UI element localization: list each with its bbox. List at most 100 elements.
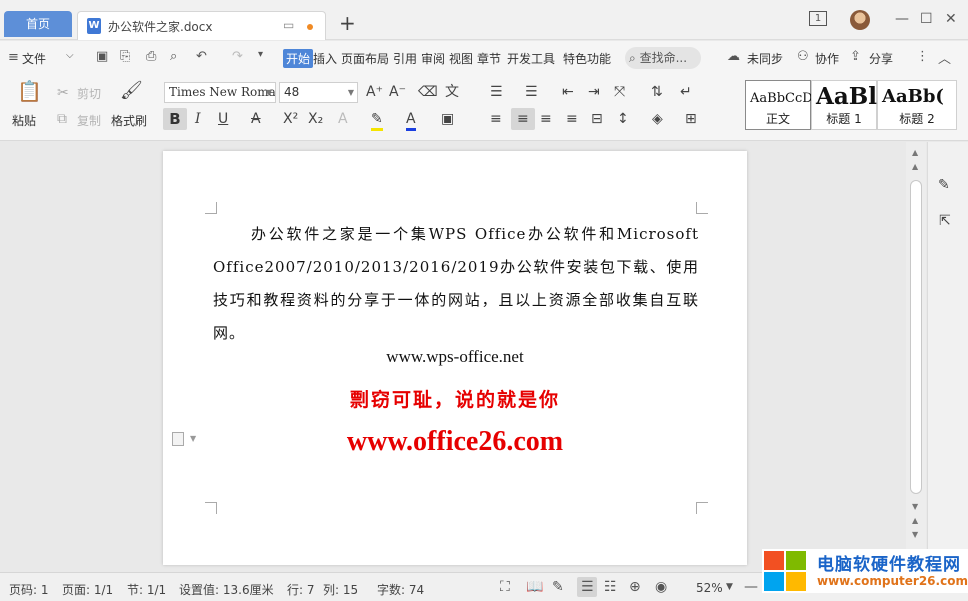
borders-icon[interactable]: ⊞ [685,110,697,128]
minimize-icon[interactable]: — [895,10,909,28]
status-section[interactable]: 节: 1/1 [127,581,166,598]
menu-layout[interactable]: 页面布局 [341,50,389,67]
highlight-icon[interactable]: ✎ [371,110,383,131]
sort-icon[interactable]: ⇅ [651,83,663,101]
italic-button[interactable]: I [195,110,201,128]
document-page[interactable]: 办公软件之家是一个集WPS Office办公软件和Microsoft Offic… [163,151,747,565]
status-setting[interactable]: 设置值: 13.6厘米 [179,581,274,598]
status-word-count[interactable]: 字数: 74 [377,581,424,598]
new-tab-button[interactable]: + [339,12,356,34]
more-icon[interactable]: ⋮ [916,49,929,64]
document-map-icon[interactable] [172,432,184,446]
maximize-icon[interactable]: ☐ [920,10,933,28]
big-url-line[interactable]: www.office26.com [163,426,747,458]
fullscreen-icon[interactable]: ⛶ [500,579,510,595]
bullet-list-icon[interactable]: ☰ [490,83,503,101]
menu-dev-tools[interactable]: 开发工具 [507,50,555,67]
menu-view[interactable]: 视图 [449,50,473,67]
share-icon[interactable]: ⇪ [850,49,861,64]
scroll-up-icon[interactable]: ▲ [912,162,918,171]
scroll-down-icon[interactable]: ▼ [912,502,918,511]
page-count-icon[interactable]: 1 [809,11,827,26]
align-center-button[interactable]: ≡ [511,108,535,130]
char-border-icon[interactable]: ▣ [441,110,454,128]
undo-icon[interactable]: ↶ [196,49,207,64]
justify-icon[interactable]: ≡ [566,110,578,128]
style-normal[interactable]: AaBbCcD 正文 [745,80,813,130]
increase-indent-icon[interactable]: ⇥ [588,83,600,101]
outline-view-icon[interactable]: ☷ [604,579,617,595]
decrease-indent-icon[interactable]: ⇤ [562,83,574,101]
slogan-line[interactable]: 剽窃可耻，说的就是你 [163,385,747,412]
status-column[interactable]: 列: 15 [323,581,358,598]
scroll-thumb[interactable] [910,180,922,494]
shrink-font-icon[interactable]: A⁻ [389,83,406,101]
user-avatar[interactable] [850,10,870,30]
numbered-list-icon[interactable]: ☰ [525,83,538,101]
superscript-button[interactable]: X² [283,110,298,128]
clear-format-icon[interactable]: ⌫ [418,83,438,101]
body-paragraph[interactable]: 办公软件之家是一个集WPS Office办公软件和Microsoft Offic… [213,218,699,350]
scroll-next-page-icon[interactable]: ▼ [912,530,918,539]
grow-font-icon[interactable]: A⁺ [366,83,383,101]
chevron-down-icon[interactable]: ▼ [190,434,196,443]
monitor-icon[interactable]: ▭ [283,18,294,32]
style-heading-2[interactable]: AaBb( 标题 2 [877,80,957,130]
reading-mode-icon[interactable]: 📖 [526,579,543,595]
page-view-button[interactable]: ☰ [577,577,597,597]
export-icon[interactable]: ⎘ [120,49,130,64]
text-effect-icon[interactable]: A [338,110,348,128]
share-button[interactable]: 分享 [869,50,893,67]
hamburger-icon[interactable]: ≡ [8,50,19,65]
cloud-icon[interactable]: ☁ [727,49,740,64]
style-heading-1[interactable]: AaBl 标题 1 [811,80,877,130]
redo-icon[interactable]: ↷ [232,49,243,64]
eye-protect-icon[interactable]: ◉ [655,579,667,595]
shading-icon[interactable]: ◈ [652,110,663,128]
cut-button[interactable]: 剪切 [77,85,101,102]
scroll-up-icon[interactable]: ▲ [912,148,918,157]
scroll-prev-page-icon[interactable]: ▲ [912,516,918,525]
edit-mode-icon[interactable]: ✎ [552,579,564,595]
quick-access-dropdown-icon[interactable]: ▾ [258,49,263,60]
font-color-icon[interactable]: A [406,110,416,131]
zoom-level[interactable]: 52% [696,581,723,595]
preview-icon[interactable]: ⌕ [170,49,177,64]
menu-insert[interactable]: 插入 [313,50,337,67]
paste-button[interactable]: 粘贴 [12,112,36,129]
url-line[interactable]: www.wps-office.net [163,347,747,367]
line-spacing-icon[interactable]: ↕ [617,110,629,128]
subscript-button[interactable]: X₂ [308,110,323,128]
align-left-icon[interactable]: ≡ [490,110,502,128]
menu-features[interactable]: 特色功能 [563,50,611,67]
save-icon[interactable]: ▣ [96,49,108,64]
menu-home[interactable]: 开始 [283,49,314,68]
copy-button[interactable]: 复制 [77,112,101,129]
bold-button[interactable]: B [163,108,187,130]
zoom-dropdown-icon[interactable]: ▼ [726,582,733,592]
zoom-out-icon[interactable]: — [744,579,758,595]
phonetic-icon[interactable]: 文 [445,83,459,101]
tab-document[interactable]: W 办公软件之家.docx ▭ [77,11,326,40]
menu-chapter[interactable]: 章节 [477,50,501,67]
vertical-scrollbar[interactable]: ▲ ▲ ▼ ▲ ▼ [906,142,926,572]
web-view-icon[interactable]: ⊕ [629,579,641,595]
command-search[interactable]: ⌕ 查找命... [625,47,701,69]
close-icon[interactable]: ✕ [945,10,957,28]
collab-icon[interactable]: ⚇ [797,49,809,64]
chinese-layout-icon[interactable]: ⤧ [614,83,625,101]
edit-pen-icon[interactable]: ✎ [938,176,950,194]
underline-button[interactable]: U [218,110,228,128]
format-painter-icon[interactable]: 🖌 [120,82,143,100]
strikethrough-button[interactable]: A [251,110,261,128]
select-cursor-icon[interactable]: ⇱ [939,212,951,230]
status-pages[interactable]: 页面: 1/1 [62,581,113,598]
collapse-ribbon-icon[interactable]: ︿ [938,48,951,67]
status-page-number[interactable]: 页码: 1 [9,581,49,598]
format-painter-button[interactable]: 格式刷 [111,112,147,129]
menu-references[interactable]: 引用 [393,50,417,67]
font-name-select[interactable]: Times New Roma ▼ [164,82,276,103]
menu-file[interactable]: 文件 [22,50,46,67]
chevron-down-icon[interactable]: ⌵ [66,50,74,61]
align-right-icon[interactable]: ≡ [540,110,552,128]
